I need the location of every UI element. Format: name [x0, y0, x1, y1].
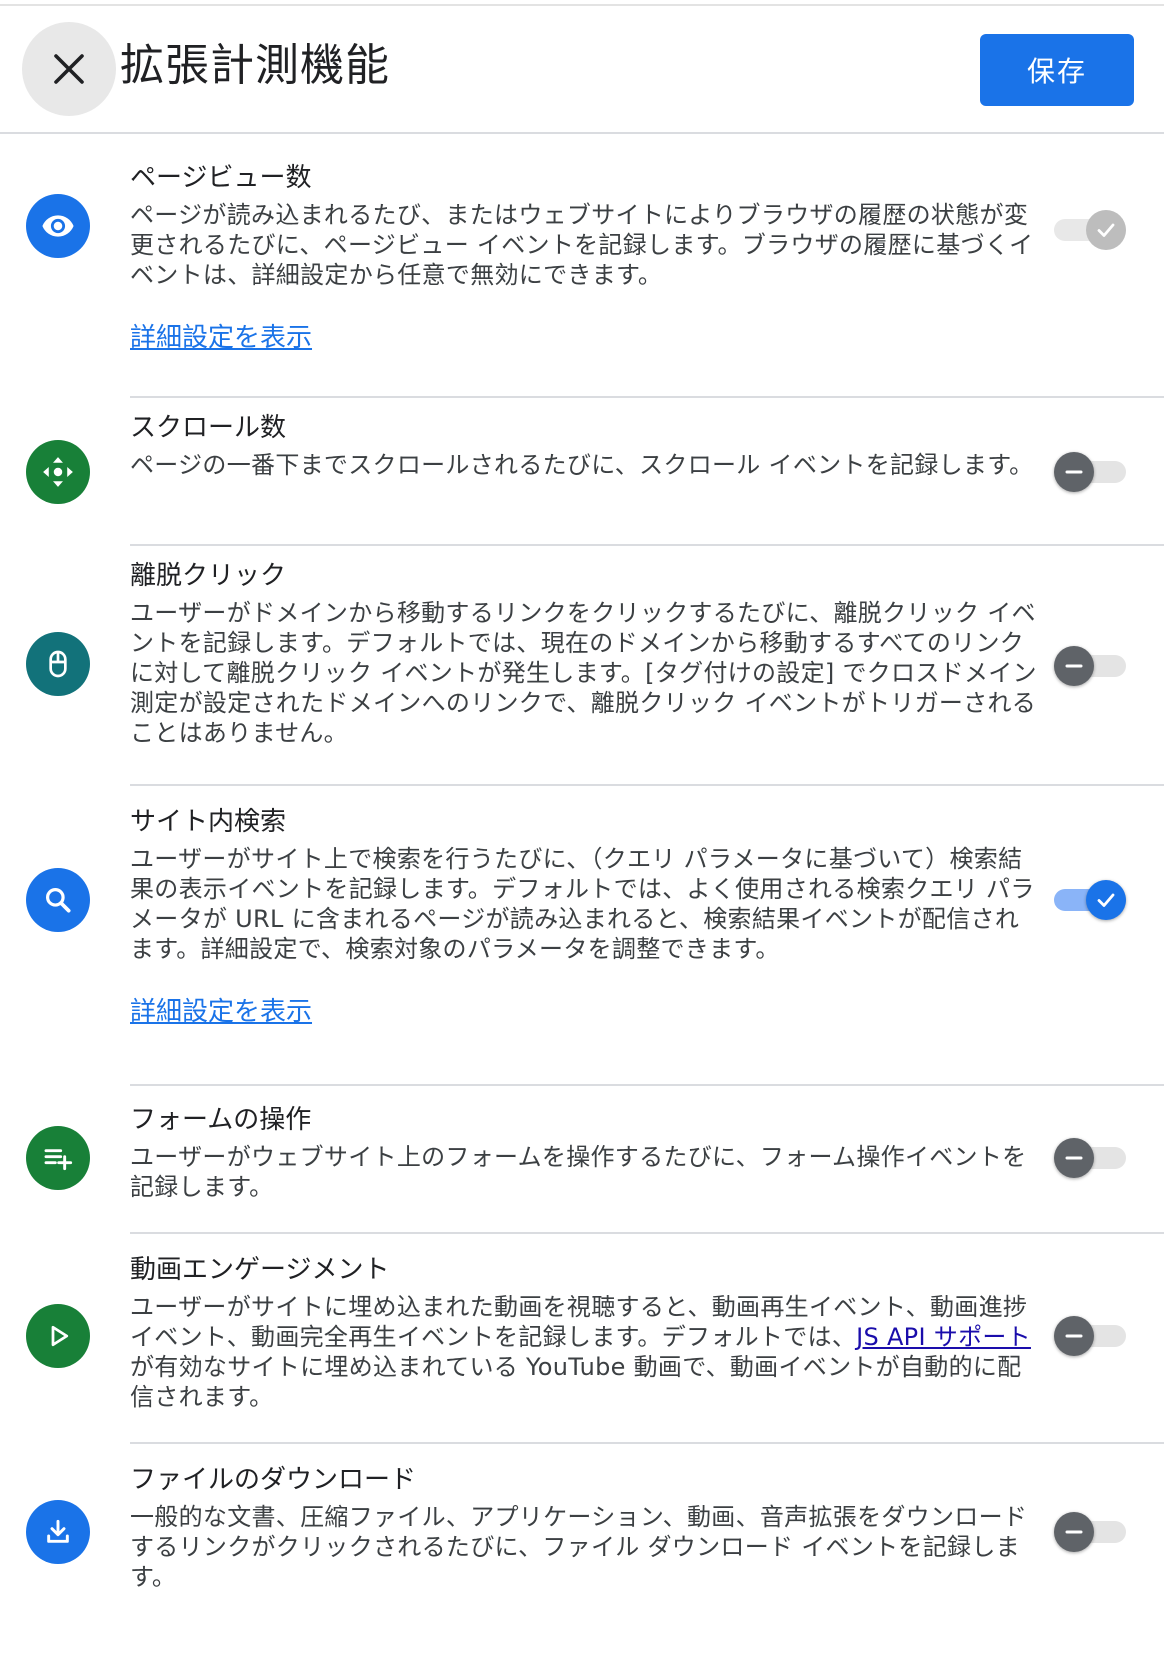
- toggle-knob: [1086, 210, 1126, 250]
- scrolls-toggle[interactable]: [1054, 452, 1126, 492]
- toggle-knob: [1086, 880, 1126, 920]
- scroll-icon: [26, 440, 90, 504]
- video-engagement-toggle[interactable]: [1054, 1316, 1126, 1356]
- feature-title: サイト内検索: [130, 807, 287, 837]
- header: 拡張計測機能 保存: [0, 6, 1164, 134]
- feature-description: ページが読み込まれるたび、またはウェブサイトによりブラウザの履歴の状態が変更され…: [130, 201, 1034, 289]
- search-icon: [26, 868, 90, 932]
- minus-icon: [1065, 470, 1083, 474]
- feature-video-engagement: 動画エンゲージメント ユーザーがサイトに埋め込まれた動画を視聴すると、動画再生イ…: [0, 1234, 1164, 1444]
- check-icon: [1097, 223, 1115, 237]
- feature-title: 動画エンゲージメント: [130, 1255, 390, 1285]
- minus-icon: [1065, 1530, 1083, 1534]
- playlist-add-icon: [26, 1126, 90, 1190]
- toggle-knob: [1054, 646, 1094, 686]
- feature-description: ユーザーがウェブサイト上のフォームを操作するたびに、フォーム操作イベントを記録し…: [130, 1143, 1027, 1201]
- feature-title: フォームの操作: [130, 1105, 312, 1135]
- feature-title: スクロール数: [130, 413, 287, 443]
- feature-list: ページビュー数 ページが読み込まれるたび、またはウェブサイトによりブラウザの履歴…: [0, 134, 1164, 1624]
- feature-title: 離脱クリック: [130, 561, 287, 591]
- feature-description: ユーザーがサイトに埋め込まれた動画を視聴すると、動画再生イベント、動画進捗イベン…: [130, 1292, 1040, 1412]
- feature-description: ユーザーがドメインから移動するリンクをクリックするたびに、離脱クリック イベント…: [130, 599, 1037, 747]
- description-text: が有効なサイトに埋め込まれている YouTube 動画で、動画イベントが自動的に…: [130, 1353, 1022, 1411]
- feature-title: ファイルのダウンロード: [130, 1465, 417, 1495]
- page-title: 拡張計測機能: [120, 40, 390, 91]
- page-views-toggle[interactable]: [1054, 210, 1126, 250]
- close-icon: [54, 54, 84, 84]
- download-icon: [26, 1500, 90, 1564]
- toggle-knob: [1054, 1138, 1094, 1178]
- outbound-clicks-toggle[interactable]: [1054, 646, 1126, 686]
- feature-scrolls: スクロール数 ページの一番下までスクロールされるたびに、スクロール イベントを記…: [0, 398, 1164, 546]
- feature-description: ページの一番下までスクロールされるたびに、スクロール イベントを記録します。: [130, 451, 1034, 479]
- save-button[interactable]: 保存: [980, 34, 1134, 106]
- feature-title: ページビュー数: [130, 163, 312, 193]
- feature-page-views: ページビュー数 ページが読み込まれるたび、またはウェブサイトによりブラウザの履歴…: [0, 134, 1164, 398]
- js-api-support-link[interactable]: JS API サポート: [856, 1323, 1031, 1351]
- check-icon: [1097, 893, 1115, 907]
- form-interactions-toggle[interactable]: [1054, 1138, 1126, 1178]
- minus-icon: [1065, 1334, 1083, 1338]
- toggle-knob: [1054, 1512, 1094, 1552]
- feature-form-interactions: フォームの操作 ユーザーがウェブサイト上のフォームを操作するたびに、フォーム操作…: [0, 1086, 1164, 1234]
- feature-description: 一般的な文書、圧縮ファイル、アプリケーション、動画、音声拡張をダウンロードするリ…: [130, 1503, 1028, 1591]
- site-search-toggle[interactable]: [1054, 880, 1126, 920]
- feature-description: ユーザーがサイト上で検索を行うたびに、（クエリ パラメータに基づいて）検索結果の…: [130, 845, 1035, 963]
- file-downloads-toggle[interactable]: [1054, 1512, 1126, 1552]
- minus-icon: [1065, 1156, 1083, 1160]
- play-icon: [26, 1304, 90, 1368]
- feature-file-downloads: ファイルのダウンロード 一般的な文書、圧縮ファイル、アプリケーション、動画、音声…: [0, 1444, 1164, 1624]
- show-advanced-settings-link[interactable]: 詳細設定を表示: [130, 320, 312, 356]
- feature-site-search: サイト内検索 ユーザーがサイト上で検索を行うたびに、（クエリ パラメータに基づい…: [0, 786, 1164, 1086]
- toggle-knob: [1054, 1316, 1094, 1356]
- toggle-knob: [1054, 452, 1094, 492]
- close-button[interactable]: [22, 22, 116, 116]
- mouse-icon: [26, 632, 90, 696]
- minus-icon: [1065, 664, 1083, 668]
- eye-icon: [26, 194, 90, 258]
- show-advanced-settings-link[interactable]: 詳細設定を表示: [130, 994, 312, 1030]
- feature-outbound-clicks: 離脱クリック ユーザーがドメインから移動するリンクをクリックするたびに、離脱クリ…: [0, 546, 1164, 786]
